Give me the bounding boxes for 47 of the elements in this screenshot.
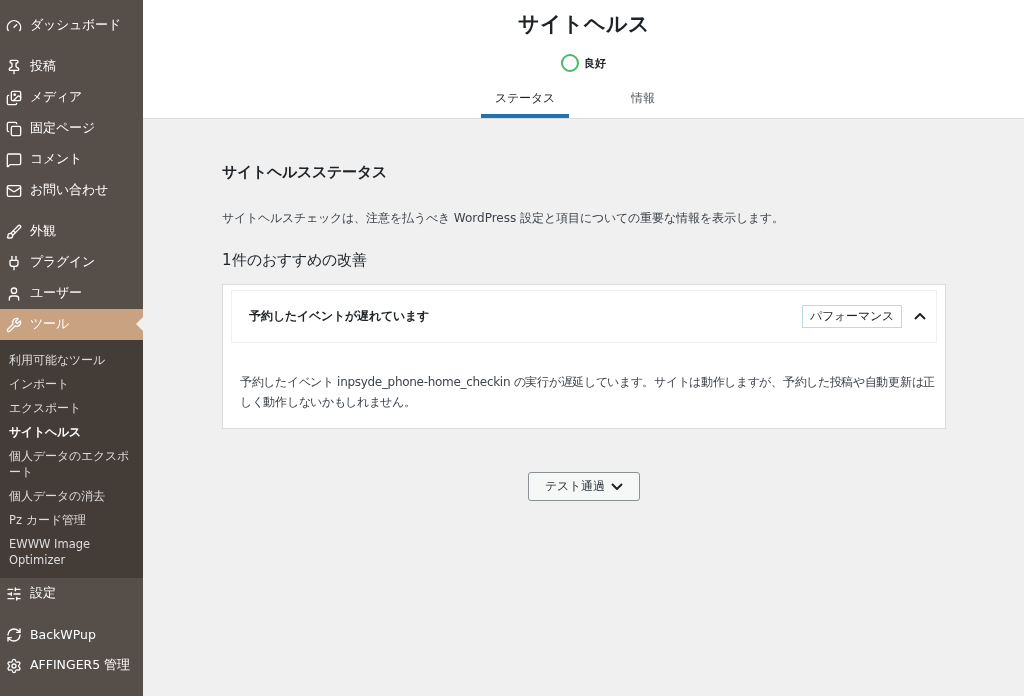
submenu-item[interactable]: エクスポート [0,396,143,420]
category-tag: パフォーマンス [802,305,902,328]
brush-icon [6,223,22,240]
tab[interactable]: ステータス [480,82,569,118]
submenu-item[interactable]: 利用可能なツール [0,348,143,372]
sidebar-item[interactable]: 設定 [0,578,143,609]
count-heading: 1件のおすすめの改善 [222,251,368,270]
submenu-item[interactable]: インポート [0,372,143,396]
page-title: サイトヘルス [517,11,650,38]
sliders-icon [6,585,22,602]
status-label: 良好 [584,55,606,71]
section-heading: サイトヘルスステータス [222,163,388,182]
description: サイトヘルスチェックは、注意を払うべき WordPress 設定と項目についての重要な情報を表示します。 [222,210,786,227]
sidebar-item[interactable]: ユーザー [0,278,143,309]
chevron-up-icon [914,313,926,320]
refresh-icon [6,626,22,643]
gear-icon [6,657,22,674]
sidebar-item[interactable]: AFFINGER5 管理 [0,650,143,681]
sidebar-item[interactable]: BackWPup [0,619,143,650]
wrench-icon [6,316,22,333]
issue-description: 予約したイベント inpsyde_phone-home_checkin の実行が遅延しています。サイトは動作しますが、予約した投稿や自動更新は正しく動作しないかもしれません。 [240,374,936,411]
submenu-item[interactable]: EWWW Image Optimizer [0,532,143,572]
gauge-icon [6,17,22,34]
speech-bubble-icon [6,151,22,168]
envelope-icon [6,182,22,199]
submenu-item[interactable]: 個人データの消去 [0,484,143,508]
issue-title: 予約したイベントが遅れています [249,308,430,325]
person-icon [6,285,22,302]
passed-tests-button[interactable]: テスト通過 [528,472,640,501]
sidebar-item[interactable]: プラグイン [0,247,143,278]
sidebar-item[interactable]: コメント [0,144,143,175]
submenu-item[interactable]: Pz カード管理 [0,508,143,532]
sidebar-item[interactable]: ダッシュボード [0,10,143,41]
chevron-down-icon [611,483,623,490]
sidebar-item[interactable]: お問い合わせ [0,175,143,206]
pin-icon [6,58,22,75]
submenu-item[interactable]: 個人データのエクスポート [0,444,143,484]
submenu-item[interactable]: サイトヘルス [0,420,143,444]
sidebar-item[interactable]: 固定ページ [0,113,143,144]
status-circle-icon [561,54,579,72]
plug-icon [6,254,22,271]
pages-icon [6,120,22,137]
tab[interactable]: 情報 [598,82,687,118]
images-icon [6,89,22,106]
sidebar-item[interactable]: 投稿 [0,51,143,82]
sidebar-item[interactable]: 外観 [0,216,143,247]
sidebar-item[interactable]: メディア [0,82,143,113]
